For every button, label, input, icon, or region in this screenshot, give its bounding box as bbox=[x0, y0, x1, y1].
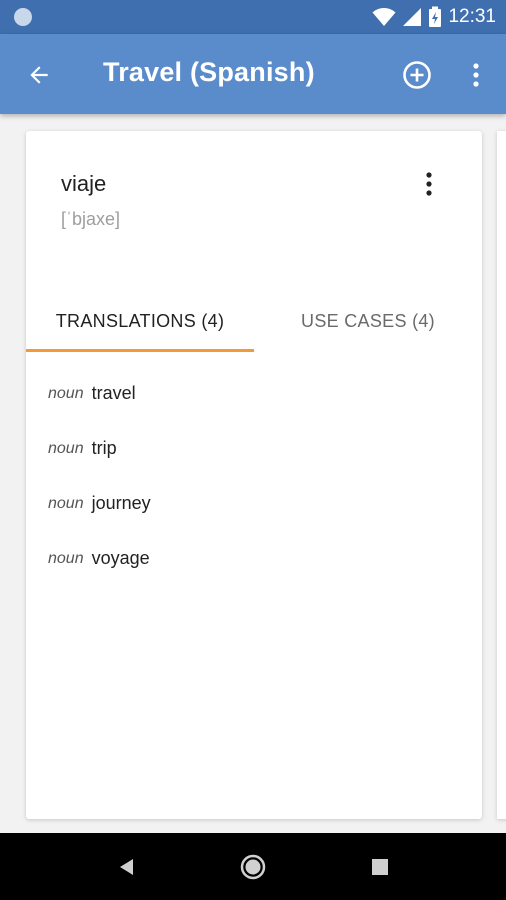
phonetic-transcription: [ˈbjaxe] bbox=[61, 209, 121, 229]
system-nav-bar bbox=[0, 833, 506, 900]
add-button[interactable] bbox=[396, 54, 438, 96]
app-bar: Travel (Spanish) bbox=[0, 34, 506, 114]
translation-text: voyage bbox=[91, 548, 150, 568]
translation-text: trip bbox=[91, 438, 117, 458]
tab-indicator bbox=[26, 349, 254, 352]
part-of-speech: noun bbox=[48, 384, 84, 402]
more-vert-icon bbox=[473, 63, 479, 87]
page-title: Travel (Spanish) bbox=[103, 57, 315, 87]
tab-bar: TRANSLATIONS (4) USE CASES (4) bbox=[26, 291, 482, 352]
back-button[interactable] bbox=[18, 54, 60, 96]
back-triangle-icon bbox=[120, 859, 133, 875]
battery-charging-icon bbox=[429, 6, 442, 27]
cell-signal-icon bbox=[403, 8, 422, 26]
more-vert-icon bbox=[426, 172, 432, 196]
recents-square-icon bbox=[372, 859, 388, 875]
status-time: 12:31 bbox=[448, 6, 496, 27]
translations-list: noun travel noun trip noun journey noun … bbox=[48, 366, 468, 586]
next-card-edge[interactable] bbox=[497, 131, 506, 819]
word-card: viaje [ˈbjaxe] TRANSLATIONS (4) USE CASE… bbox=[26, 131, 482, 819]
list-item[interactable]: noun travel bbox=[48, 366, 468, 421]
part-of-speech: noun bbox=[48, 439, 84, 457]
list-item[interactable]: noun voyage bbox=[48, 531, 468, 586]
word-title: viaje bbox=[61, 171, 107, 196]
nav-back-button[interactable] bbox=[108, 848, 146, 886]
notification-dot-icon bbox=[14, 8, 32, 26]
arrow-back-icon bbox=[30, 66, 48, 84]
translation-text: journey bbox=[91, 493, 151, 513]
wifi-icon bbox=[372, 8, 396, 26]
tab-use-cases[interactable]: USE CASES (4) bbox=[254, 291, 482, 352]
part-of-speech: noun bbox=[48, 494, 84, 512]
nav-recents-button[interactable] bbox=[361, 848, 399, 886]
more-options-button[interactable] bbox=[458, 54, 494, 96]
home-circle-icon bbox=[240, 854, 266, 880]
status-bar: 12:31 bbox=[0, 0, 506, 34]
part-of-speech: noun bbox=[48, 549, 84, 567]
list-item[interactable]: noun trip bbox=[48, 421, 468, 476]
add-circle-icon bbox=[403, 61, 431, 89]
card-more-options-button[interactable] bbox=[412, 169, 446, 199]
tab-translations[interactable]: TRANSLATIONS (4) bbox=[26, 291, 254, 352]
translation-text: travel bbox=[91, 383, 136, 403]
list-item[interactable]: noun journey bbox=[48, 476, 468, 531]
nav-home-button[interactable] bbox=[234, 848, 272, 886]
